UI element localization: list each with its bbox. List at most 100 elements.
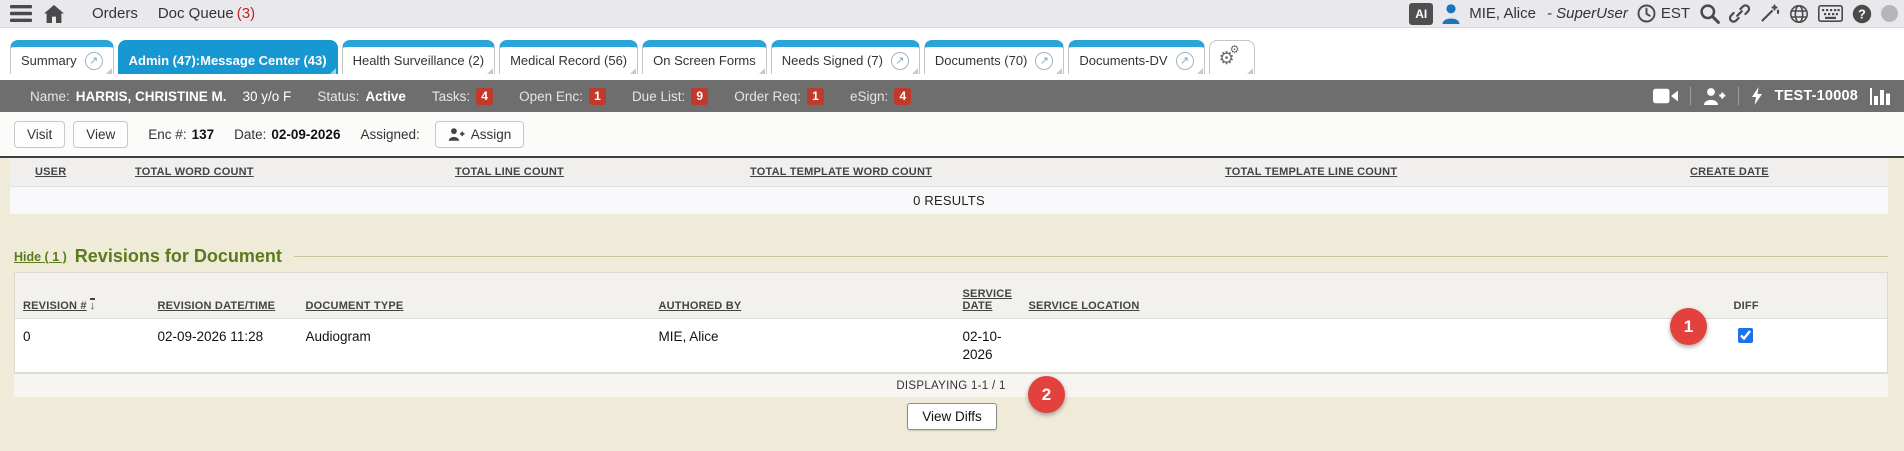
revisions-section: Hide ( 1 ) Revisions for Document REVISI…: [14, 246, 1888, 397]
separator: [1690, 87, 1691, 105]
user-name[interactable]: MIE, Alice: [1469, 5, 1536, 22]
patient-header-bar: Name: HARRIS, CHRISTINE M. 30 y/o F Stat…: [0, 80, 1904, 112]
sort-desc-icon: ↓: [90, 298, 96, 311]
service-location-cell: [1021, 319, 1726, 373]
tab-needs-signed[interactable]: Needs Signed (7) ↗: [771, 40, 920, 74]
tab-summary[interactable]: Summary ↗: [10, 40, 114, 74]
help-icon[interactable]: ?: [1852, 4, 1872, 24]
open-in-new-icon[interactable]: ↗: [1035, 52, 1053, 70]
esign-label: eSign:: [850, 89, 888, 104]
wand-icon[interactable]: [1759, 3, 1780, 24]
open-in-new-icon[interactable]: ↗: [1176, 52, 1194, 70]
name-label: Name:: [30, 89, 70, 104]
keyboard-icon[interactable]: [1818, 5, 1843, 22]
view-diffs-row: View Diffs: [0, 403, 1904, 430]
tab-documents[interactable]: Documents (70) ↗: [924, 40, 1064, 74]
annotation-callout-1: 1: [1670, 308, 1707, 345]
user-icon[interactable]: [1442, 4, 1460, 24]
diff-checkbox[interactable]: [1738, 328, 1753, 343]
order-req-count-badge[interactable]: 1: [807, 88, 824, 105]
tab-label: Documents-DV: [1079, 53, 1167, 68]
col-revision-datetime[interactable]: REVISION DATE/TIME: [150, 273, 298, 319]
revision-datetime-cell: 02-09-2026 11:28: [150, 319, 298, 373]
home-icon[interactable]: [44, 5, 64, 23]
esign-count-badge[interactable]: 4: [894, 88, 911, 105]
assign-button[interactable]: Assign: [435, 121, 525, 148]
date-label: Date:: [234, 127, 266, 142]
gears-icon-small: ⚙: [1230, 45, 1240, 56]
tab-admin-message-center[interactable]: Admin (47):Message Center (43): [118, 40, 338, 74]
lightning-bolt-icon[interactable]: [1751, 87, 1763, 105]
open-enc-count-badge[interactable]: 1: [589, 88, 606, 105]
patient-name-group: Name: HARRIS, CHRISTINE M. 30 y/o F: [30, 89, 291, 104]
enc-date: 02-09-2026: [271, 127, 340, 142]
revision-row[interactable]: 0 02-09-2026 11:28 Audiogram MIE, Alice …: [15, 319, 1888, 373]
chart-tab-bar: Summary ↗ Admin (47):Message Center (43)…: [0, 28, 1904, 80]
open-in-new-icon[interactable]: ↗: [85, 52, 103, 70]
search-icon[interactable]: [1699, 3, 1720, 24]
col-create-date[interactable]: CREATE DATE: [1665, 158, 1888, 186]
open-enc-label: Open Enc:: [519, 89, 583, 104]
video-camera-icon[interactable]: [1653, 88, 1678, 104]
user-role: - SuperUser: [1547, 5, 1628, 22]
due-list-count-badge[interactable]: 9: [691, 88, 708, 105]
person-add-icon: [448, 128, 465, 141]
doc-queue-count: (3): [237, 5, 255, 22]
heading-rule: [294, 256, 1888, 257]
view-button[interactable]: View: [73, 121, 128, 148]
timezone-label[interactable]: EST: [1661, 5, 1690, 22]
tab-label: On Screen Forms: [653, 53, 756, 68]
esign-group: eSign: 4: [850, 88, 911, 105]
col-service-location[interactable]: SERVICE LOCATION: [1021, 273, 1726, 319]
topbar-right: AI MIE, Alice - SuperUser EST ?: [1409, 3, 1898, 25]
authored-by-cell: MIE, Alice: [651, 319, 955, 373]
col-service-date[interactable]: SERVICE DATE: [955, 273, 1021, 319]
enc-number: 137: [192, 127, 215, 142]
nav-orders[interactable]: Orders: [92, 5, 138, 22]
service-date-cell: 02-10-2026: [955, 319, 1021, 373]
clock-icon[interactable]: [1637, 4, 1656, 23]
bar-chart-icon[interactable]: [1870, 88, 1890, 105]
tab-label: Needs Signed (7): [782, 53, 883, 68]
tasks-group: Tasks: 4: [432, 88, 493, 105]
tab-label: Health Surveillance (2): [353, 53, 485, 68]
col-user[interactable]: USER: [10, 158, 110, 186]
col-total-word-count[interactable]: TOTAL WORD COUNT: [110, 158, 430, 186]
nav-doc-queue[interactable]: Doc Queue(3): [158, 5, 255, 22]
due-list-label: Due List:: [632, 89, 685, 104]
col-authored-by[interactable]: AUTHORED BY: [651, 273, 955, 319]
due-list-group: Due List: 9: [632, 88, 708, 105]
open-in-new-icon[interactable]: ↗: [891, 52, 909, 70]
ai-badge[interactable]: AI: [1409, 3, 1433, 25]
col-total-template-line-count[interactable]: TOTAL TEMPLATE LINE COUNT: [1200, 158, 1665, 186]
tasks-label: Tasks:: [432, 89, 470, 104]
col-revision-number[interactable]: REVISION #↓: [15, 273, 150, 319]
tab-medical-record[interactable]: Medical Record (56): [499, 40, 638, 74]
person-add-icon[interactable]: [1703, 88, 1726, 105]
separator: [1738, 87, 1739, 105]
document-type-cell: Audiogram: [298, 319, 651, 373]
globe-icon[interactable]: [1789, 4, 1809, 24]
zero-results-row: 0 RESULTS: [10, 186, 1888, 214]
link-icon[interactable]: [1729, 3, 1750, 24]
view-diffs-button[interactable]: View Diffs: [907, 403, 997, 430]
annotation-callout-2: 2: [1028, 376, 1065, 413]
hide-revisions-link[interactable]: Hide ( 1 ): [14, 250, 67, 264]
diff-cell: [1726, 319, 1888, 373]
hamburger-menu-icon[interactable]: [10, 5, 32, 22]
tab-settings[interactable]: ⚙⚙: [1209, 40, 1255, 74]
tasks-count-badge[interactable]: 4: [476, 88, 493, 105]
patient-age-sex: 30 y/o F: [243, 89, 292, 104]
tab-health-surveillance[interactable]: Health Surveillance (2): [342, 40, 496, 74]
chart-id[interactable]: TEST-10008: [1775, 88, 1858, 104]
col-total-line-count[interactable]: TOTAL LINE COUNT: [430, 158, 725, 186]
col-total-template-word-count[interactable]: TOTAL TEMPLATE WORD COUNT: [725, 158, 1200, 186]
visit-button[interactable]: Visit: [14, 121, 65, 148]
col-document-type[interactable]: DOCUMENT TYPE: [298, 273, 651, 319]
word-count-header-row: USER TOTAL WORD COUNT TOTAL LINE COUNT T…: [10, 158, 1888, 186]
top-bar: Orders Doc Queue(3) AI MIE, Alice - Supe…: [0, 0, 1904, 28]
order-req-label: Order Req:: [734, 89, 801, 104]
tab-documents-dv[interactable]: Documents-DV ↗: [1068, 40, 1204, 74]
paging-status: DISPLAYING 1-1 / 1: [14, 373, 1888, 397]
tab-on-screen-forms[interactable]: On Screen Forms: [642, 40, 767, 74]
